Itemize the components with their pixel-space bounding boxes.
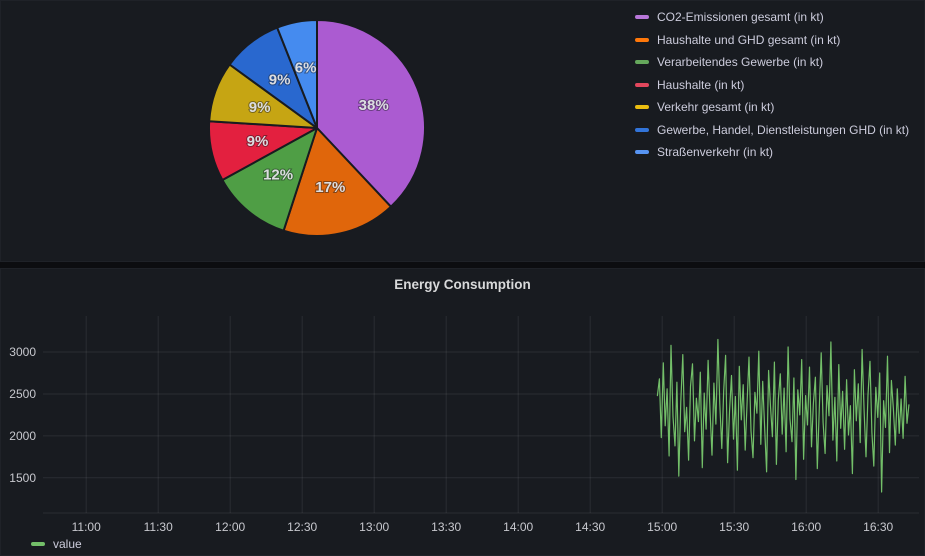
y-axis-tick-label: 2500 — [9, 387, 36, 401]
legend-item-label: CO2-Emissionen gesamt (in kt) — [657, 10, 824, 24]
dashboard: 38%17%12%9%9%9%6% CO2-Emissionen gesamt … — [0, 0, 925, 556]
legend-item[interactable]: CO2-Emissionen gesamt (in kt) — [635, 6, 909, 29]
legend-item-label: Haushalte (in kt) — [657, 78, 744, 92]
legend-swatch — [635, 105, 649, 109]
legend-swatch — [635, 60, 649, 64]
x-axis-tick-label: 11:00 — [72, 520, 101, 534]
x-axis-tick-label: 16:30 — [863, 520, 893, 534]
legend-item[interactable]: Haushalte (in kt) — [635, 74, 909, 97]
legend-swatch — [635, 38, 649, 42]
legend-item-label: Straßenverkehr (in kt) — [657, 145, 773, 159]
legend-swatch — [635, 15, 649, 19]
timeseries-panel: Energy Consumption 150020002500300011:00… — [0, 268, 925, 556]
pie-slice-percent-label: 9% — [247, 133, 269, 150]
y-axis-tick-label: 3000 — [9, 345, 36, 359]
x-axis-tick-label: 12:30 — [287, 520, 317, 534]
y-axis-tick-label: 2000 — [9, 429, 36, 443]
legend-item[interactable]: Straßenverkehr (in kt) — [635, 141, 909, 164]
legend-item-label: Haushalte und GHD gesamt (in kt) — [657, 33, 840, 47]
x-axis-tick-label: 12:00 — [215, 520, 245, 534]
x-axis-tick-label: 14:00 — [503, 520, 533, 534]
legend-item-label: Gewerbe, Handel, Dienstleistungen GHD (i… — [657, 123, 909, 137]
y-axis-tick-label: 1500 — [9, 471, 36, 485]
pie-slice-percent-label: 9% — [269, 71, 291, 88]
x-axis-tick-label: 15:00 — [647, 520, 677, 534]
timeseries-chart[interactable]: 1500 2000 2500 3000 11:00 11:30 12:00 12:30 13:0… — [1, 269, 925, 556]
legend-swatch — [635, 128, 649, 132]
pie-panel: 38%17%12%9%9%9%6% CO2-Emissionen gesamt … — [0, 0, 925, 262]
x-axis-tick-label: 13:30 — [431, 520, 461, 534]
pie-slice-percent-label: 12% — [263, 167, 293, 184]
legend-item-label: Verarbeitendes Gewerbe (in kt) — [657, 55, 823, 69]
legend-swatch — [635, 150, 649, 154]
series-legend-swatch — [31, 542, 45, 546]
pie-slice-percent-label: 6% — [295, 60, 317, 77]
legend-item[interactable]: Haushalte und GHD gesamt (in kt) — [635, 29, 909, 52]
legend-item-label: Verkehr gesamt (in kt) — [657, 100, 774, 114]
legend-item[interactable]: Gewerbe, Handel, Dienstleistungen GHD (i… — [635, 119, 909, 142]
x-axis-tick-label: 15:30 — [719, 520, 749, 534]
series-legend-item[interactable]: value — [31, 537, 82, 551]
series-line-value[interactable] — [657, 340, 909, 493]
pie-slice-percent-label: 9% — [249, 99, 271, 116]
legend-item[interactable]: Verkehr gesamt (in kt) — [635, 96, 909, 119]
legend-item[interactable]: Verarbeitendes Gewerbe (in kt) — [635, 51, 909, 74]
pie-legend: CO2-Emissionen gesamt (in kt) Haushalte u… — [635, 6, 909, 164]
x-axis-tick-label: 14:30 — [575, 520, 605, 534]
pie-slice-percent-label: 17% — [315, 179, 345, 196]
pie-chart[interactable]: 38%17%12%9%9%9%6% — [1, 1, 631, 263]
pie-slice-percent-label: 38% — [359, 97, 389, 114]
x-axis-tick-label: 16:00 — [791, 520, 821, 534]
x-axis-tick-label: 13:00 — [359, 520, 389, 534]
x-axis-tick-label: 11:30 — [144, 520, 173, 534]
legend-swatch — [635, 83, 649, 87]
series-legend-label: value — [53, 537, 82, 551]
